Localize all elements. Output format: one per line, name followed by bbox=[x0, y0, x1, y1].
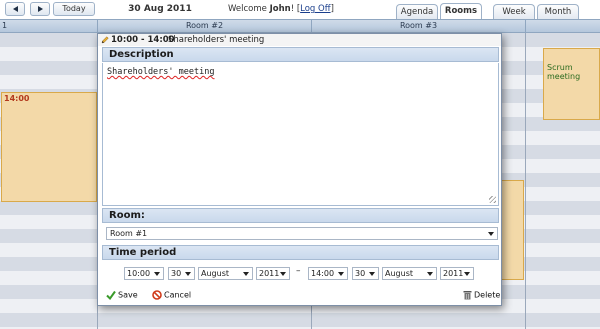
checkmark-icon bbox=[106, 290, 116, 301]
pencil-icon bbox=[101, 36, 109, 44]
tab-week[interactable]: Week bbox=[493, 4, 535, 19]
today-button[interactable]: Today bbox=[53, 2, 95, 16]
prev-button[interactable] bbox=[5, 2, 25, 16]
end-minute-value: 30 bbox=[355, 269, 366, 278]
welcome-prefix: Welcome bbox=[228, 4, 270, 14]
dialog-header: 10:00 - 14:00 Shareholders' meeting bbox=[98, 34, 501, 46]
end-minute-select[interactable]: 30 bbox=[352, 267, 379, 280]
dialog-time-range: 10:00 - 14:00 bbox=[111, 35, 175, 45]
time-separator: – bbox=[296, 266, 301, 276]
chevron-down-icon bbox=[338, 272, 344, 276]
room-select-value: Room #1 bbox=[110, 229, 148, 238]
start-month-value: August bbox=[201, 269, 229, 278]
cancel-label: Cancel bbox=[164, 290, 192, 300]
description-text: Shareholders' meeting bbox=[107, 67, 215, 77]
welcome-close: ] bbox=[330, 4, 334, 14]
end-month-value: August bbox=[385, 269, 413, 278]
start-minute-select[interactable]: 30 bbox=[168, 267, 195, 280]
dialog-title: Shareholders' meeting bbox=[168, 35, 265, 45]
welcome-message: Welcome John! [Log Off] bbox=[228, 4, 334, 14]
welcome-suffix: ! [ bbox=[290, 4, 301, 14]
chevron-down-icon bbox=[185, 272, 191, 276]
tab-agenda[interactable]: Agenda bbox=[396, 4, 438, 19]
end-year-value: 2011 bbox=[443, 269, 464, 278]
chevron-down-icon bbox=[488, 232, 494, 236]
start-year-select[interactable]: 2011 bbox=[256, 267, 290, 280]
save-label: Save bbox=[118, 290, 138, 300]
cancel-icon bbox=[152, 290, 162, 300]
tab-month[interactable]: Month bbox=[537, 4, 579, 19]
start-hour-select[interactable]: 10:00 bbox=[124, 267, 164, 280]
save-button[interactable]: Save bbox=[106, 290, 138, 301]
delete-button[interactable]: Delete bbox=[463, 290, 500, 300]
start-month-select[interactable]: August bbox=[198, 267, 253, 280]
column-header: 1 Room #2 Room #3 bbox=[0, 19, 600, 33]
start-year-value: 2011 bbox=[259, 269, 280, 278]
appointment-time: 14:00 bbox=[4, 94, 30, 103]
appointment-scrum[interactable] bbox=[543, 48, 600, 120]
column-header-room-2: Room #2 bbox=[97, 20, 311, 32]
chevron-down-icon bbox=[280, 272, 286, 276]
appointment-title: Scrum meeting bbox=[547, 63, 581, 81]
description-textarea[interactable]: Shareholders' meeting bbox=[102, 63, 499, 206]
column-header-room-4 bbox=[525, 20, 600, 32]
chevron-down-icon bbox=[369, 272, 375, 276]
appointment-left[interactable] bbox=[1, 92, 97, 202]
start-minute-value: 30 bbox=[171, 269, 182, 278]
chevron-left-icon bbox=[12, 5, 18, 12]
top-toolbar: Today 30 Aug 2011 Welcome John! [Log Off… bbox=[0, 0, 600, 19]
appointment-room-3[interactable] bbox=[500, 180, 524, 280]
end-year-select[interactable]: 2011 bbox=[440, 267, 474, 280]
chevron-down-icon bbox=[154, 272, 160, 276]
cancel-button[interactable]: Cancel bbox=[152, 290, 191, 300]
chevron-down-icon bbox=[464, 272, 470, 276]
logoff-link[interactable]: Log Off bbox=[300, 4, 330, 14]
column-header-1: 1 bbox=[2, 21, 8, 30]
chevron-down-icon bbox=[427, 272, 433, 276]
user-name: John bbox=[269, 4, 291, 14]
current-date: 30 Aug 2011 bbox=[128, 4, 192, 14]
tab-rooms[interactable]: Rooms bbox=[440, 3, 482, 19]
next-button[interactable] bbox=[30, 2, 50, 16]
resize-grip-icon[interactable] bbox=[489, 196, 496, 203]
start-hour-value: 10:00 bbox=[127, 269, 151, 278]
chevron-down-icon bbox=[243, 272, 249, 276]
appointment-edit-dialog: 10:00 - 14:00 Shareholders' meeting Desc… bbox=[97, 33, 502, 306]
dialog-footer: Save Cancel Delete bbox=[98, 286, 501, 305]
delete-label: Delete bbox=[474, 290, 501, 300]
room-select[interactable]: Room #1 bbox=[106, 227, 498, 240]
column-divider bbox=[525, 33, 526, 329]
chevron-right-icon bbox=[37, 5, 43, 12]
trash-icon bbox=[463, 291, 472, 300]
end-month-select[interactable]: August bbox=[382, 267, 437, 280]
end-hour-select[interactable]: 14:00 bbox=[308, 267, 348, 280]
time-period-section-label: Time period bbox=[102, 245, 499, 260]
column-header-room-3: Room #3 bbox=[311, 20, 525, 32]
room-section-label: Room: bbox=[102, 208, 499, 223]
description-section-label: Description bbox=[102, 47, 499, 62]
end-hour-value: 14:00 bbox=[311, 269, 335, 278]
